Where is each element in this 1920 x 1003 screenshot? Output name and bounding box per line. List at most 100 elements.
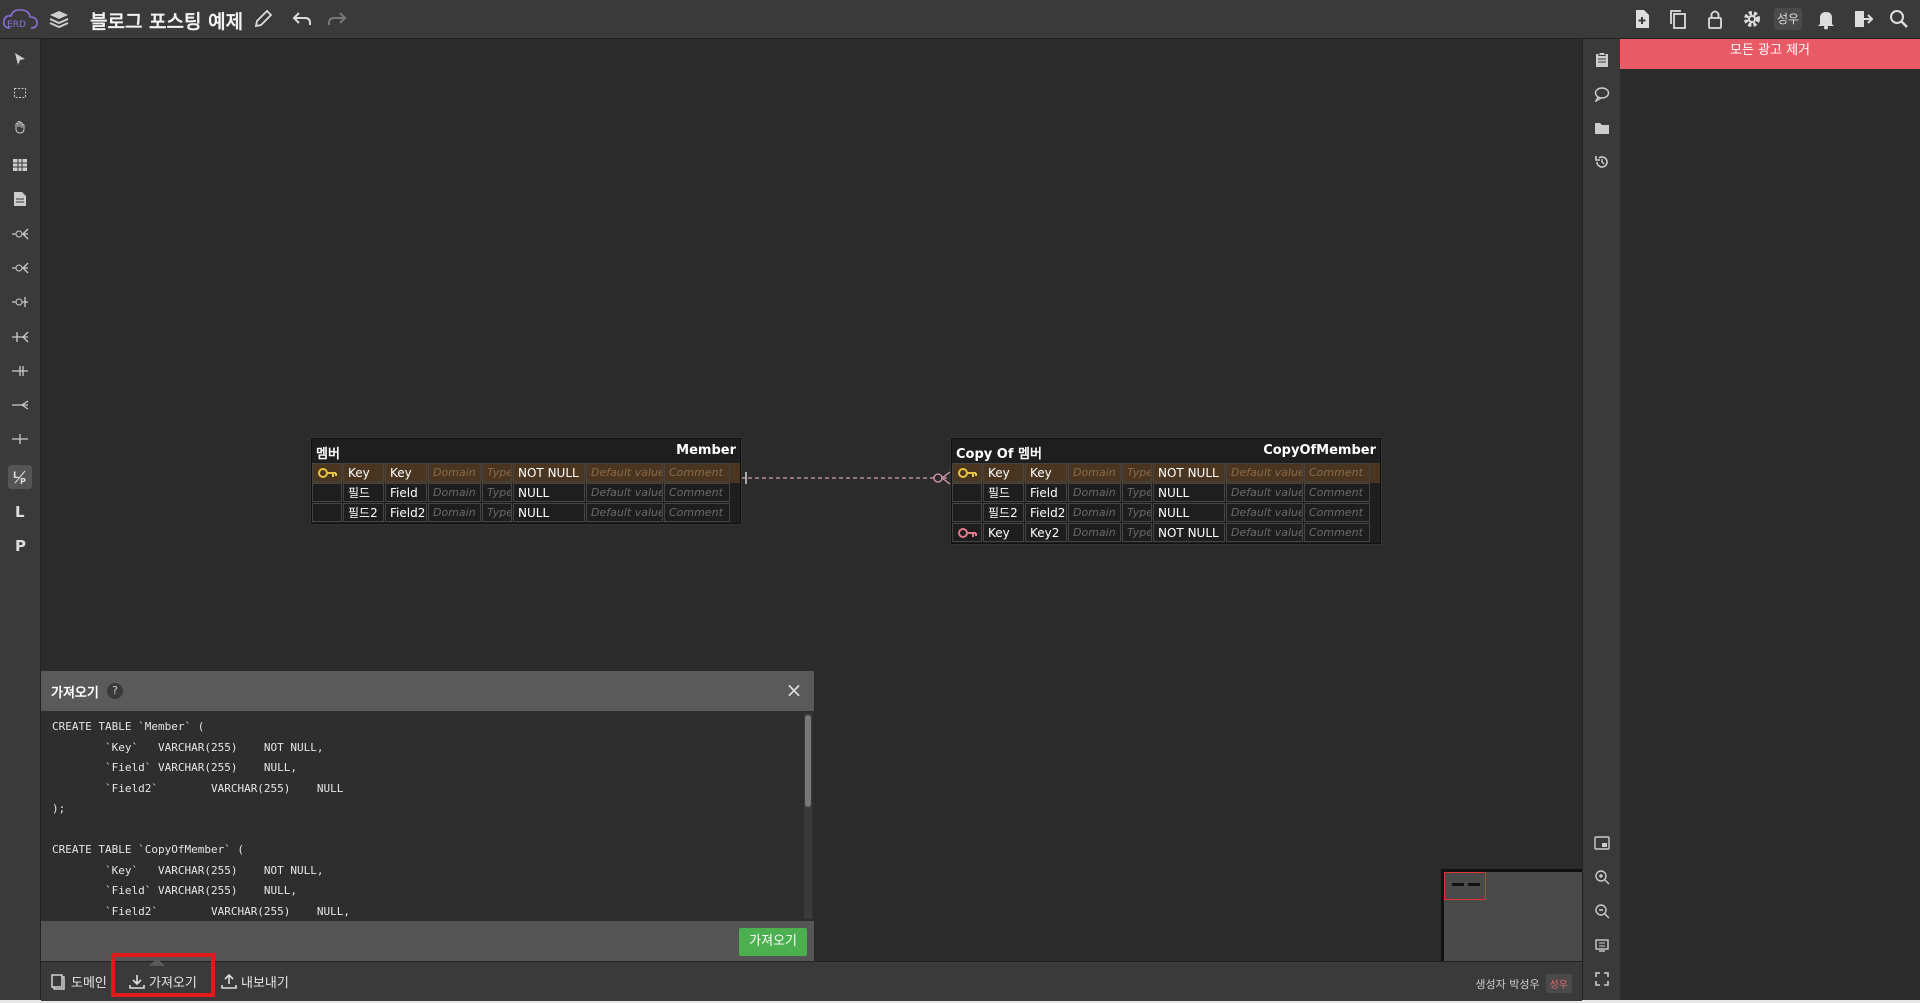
hand-icon [15,121,25,134]
rel-many-icon [12,400,29,410]
table-member[interactable]: 멤버 Member Key Key Domain Type NOT NULL D… [311,438,741,524]
table-row[interactable]: 필드 Field Domain Type NULL Default value … [312,483,740,503]
row-null: NOT NULL [1153,463,1225,482]
import-submit-button[interactable]: 가져오기 [739,928,807,956]
edit-title-icon[interactable] [252,8,274,30]
svg-text:ERD: ERD [7,20,26,30]
remove-ads-button[interactable]: 모든 광고 제거 [1620,39,1920,69]
row-comment: Comment [664,483,730,502]
settings-gear-icon[interactable] [1741,8,1763,30]
table-row[interactable]: 필드2 Field2 Domain Type NULL Default valu… [952,503,1380,523]
redo-icon[interactable] [326,8,348,30]
history-button[interactable] [1591,151,1613,173]
sql-code[interactable]: CREATE TABLE `Member` ( `Key` VARCHAR(25… [52,717,350,921]
hand-tool[interactable] [8,115,32,139]
add-memo-tool[interactable] [8,187,32,211]
svg-text:L: L [15,503,25,519]
table-row[interactable]: 필드 Field Domain Type NULL Default value … [952,483,1380,503]
table-header[interactable]: Copy Of 멤버 CopyOfMember [952,439,1380,463]
editor-scrollbar[interactable] [804,713,812,919]
zoom-in-icon [1595,870,1610,885]
creator-avatar[interactable]: 성우 [1545,974,1572,993]
row-domain: Domain [428,483,481,502]
minimap-toggle-button[interactable] [1591,832,1613,854]
import-panel: 가져오기 ? × CREATE TABLE `Member` ( `Key` V… [41,671,814,961]
user-avatar-button[interactable]: 성우 [1774,8,1802,30]
row-null: NULL [513,483,585,502]
minimap-viewport[interactable] [1444,872,1486,900]
help-icon[interactable]: ? [107,683,123,699]
row-physical: Key [385,463,427,482]
row-type: Type [482,463,512,482]
pointer-tool[interactable] [8,47,32,71]
sql-editor[interactable]: CREATE TABLE `Member` ( `Key` VARCHAR(25… [41,711,814,921]
table-row[interactable]: Key Key Domain Type NOT NULL Default val… [312,463,740,483]
table-header[interactable]: 멤버 Member [312,439,740,463]
project-title: 블로그 포스팅 예제 [90,11,244,33]
search-icon[interactable] [1888,8,1910,30]
zoom-out-button[interactable] [1591,900,1613,922]
memo-icon [14,192,26,206]
add-table-tool[interactable] [8,153,32,177]
table-row[interactable]: 필드2 Field2 Domain Type NULL Default valu… [312,503,740,523]
row-physical: Field [385,483,427,502]
fullscreen-button[interactable] [1591,968,1613,990]
table-row[interactable]: Key Key2 Domain Type NOT NULL Default va… [952,523,1380,543]
row-default: Default value [586,483,663,502]
table-copyofmember[interactable]: Copy Of 멤버 CopyOfMember Key Key Domain T… [951,438,1381,544]
rel-line-tool[interactable] [8,427,32,451]
minimap-table [1468,883,1480,886]
fk-key-cell [952,523,982,542]
row-comment: Comment [664,463,730,482]
fit-screen-button[interactable] [1591,934,1613,956]
fullscreen-icon [1595,972,1609,986]
logical-physical-toggle[interactable]: LP [8,465,32,489]
row-null: NULL [1153,483,1225,502]
rel-zero-many-icon [12,228,29,240]
foreign-key-icon [958,528,977,538]
logout-icon[interactable] [1852,8,1874,30]
rel-one-one-tool[interactable] [8,359,32,383]
copy-icon[interactable] [1667,8,1689,30]
row-null: NULL [1153,503,1225,522]
row-logical: 필드 [343,483,384,502]
table-row[interactable]: Key Key Domain Type NOT NULL Default val… [952,463,1380,483]
pk-key-cell [312,463,342,482]
comments-button[interactable] [1591,83,1613,105]
row-comment: Comment [664,503,730,522]
new-file-icon[interactable] [1631,8,1653,30]
logical-view-toggle[interactable]: L [8,499,32,523]
row-comment: Comment [1304,503,1370,522]
rel-one-many-tool[interactable] [8,256,32,280]
row-logical: Key [343,463,384,482]
layers-icon[interactable] [48,9,70,29]
notification-bell-icon[interactable] [1815,8,1837,30]
row-type: Type [1122,523,1152,542]
undo-icon[interactable] [291,8,313,30]
row-default: Default value [1226,463,1303,482]
domain-button[interactable]: 도메인 [51,972,107,991]
close-icon[interactable]: × [784,680,804,700]
zoom-in-button[interactable] [1591,866,1613,888]
rel-one-only-tool[interactable] [8,325,32,349]
row-domain: Domain [1068,503,1121,522]
row-logical: 필드2 [983,503,1024,522]
selection-tool[interactable] [8,81,32,105]
rel-one-only-icon [12,331,29,343]
lock-icon[interactable] [1704,8,1726,30]
physical-view-toggle[interactable]: P [8,533,32,557]
erd-app: ERD 블로그 포스팅 예제 성우 L P L P 멤버 Member Key … [0,0,1920,1001]
minimap-table [1452,883,1464,886]
table-icon [13,159,27,171]
highlight-box [111,953,215,997]
row-default: Default value [586,463,663,482]
rel-one-one-icon [12,366,28,376]
files-button[interactable] [1591,117,1613,139]
rel-zero-one-tool[interactable] [8,290,32,314]
speech-bubble-icon [1594,87,1610,102]
rel-zero-many-tool[interactable] [8,222,32,246]
rel-many-tool[interactable] [8,393,32,417]
export-button[interactable]: 내보내기 [221,972,289,991]
erdcloud-logo[interactable]: ERD [2,6,40,32]
notes-button[interactable] [1591,49,1613,71]
